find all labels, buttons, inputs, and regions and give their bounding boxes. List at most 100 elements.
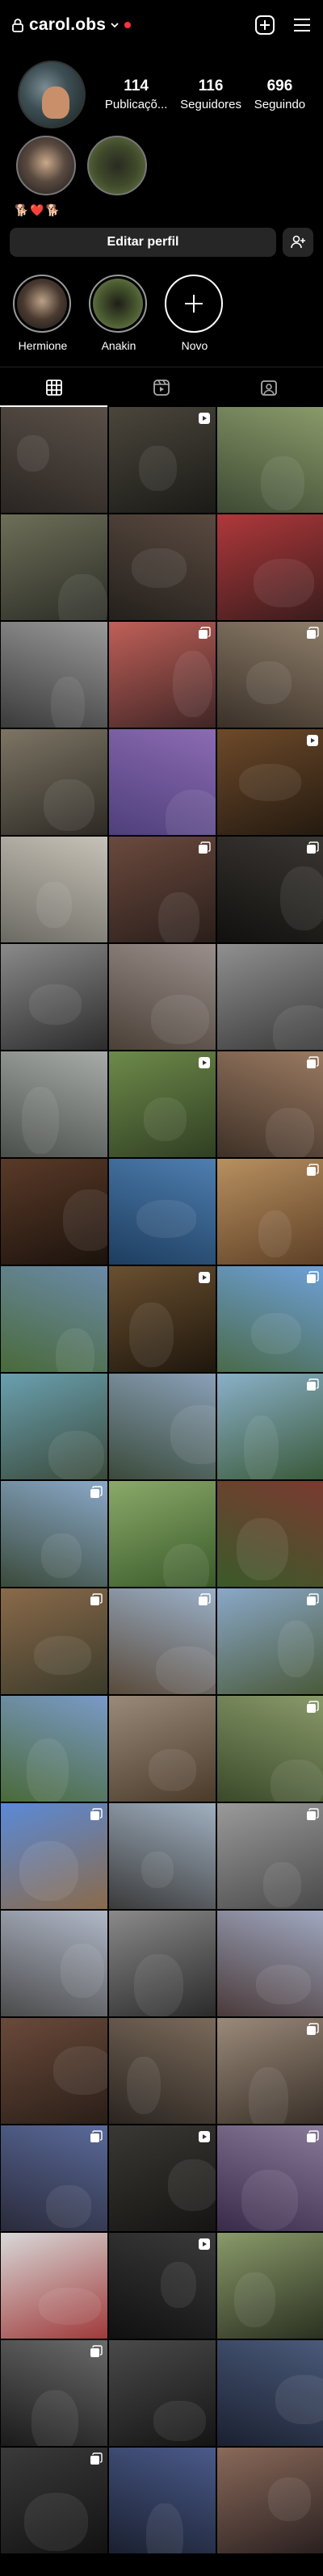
- grid-post-thumbnail[interactable]: [217, 407, 323, 513]
- notification-dot: [124, 22, 132, 28]
- grid-post-thumbnail[interactable]: [1, 2340, 107, 2446]
- grid-post-thumbnail[interactable]: [109, 1911, 216, 2016]
- grid-post-thumbnail[interactable]: [1, 1803, 107, 1909]
- photo-content: [166, 790, 216, 835]
- grid-post-thumbnail[interactable]: [109, 1374, 216, 1479]
- friend-avatar[interactable]: [87, 136, 147, 195]
- grid-post-thumbnail[interactable]: [217, 1266, 323, 1372]
- grid-post-thumbnail[interactable]: [109, 1696, 216, 1802]
- grid-post-thumbnail[interactable]: [1, 1266, 107, 1372]
- edit-profile-button[interactable]: Editar perfil: [10, 228, 276, 257]
- grid-post-thumbnail[interactable]: [1, 2125, 107, 2231]
- grid-post-thumbnail[interactable]: [1, 837, 107, 942]
- grid-post-thumbnail[interactable]: [1, 514, 107, 620]
- carousel-icon: [307, 1593, 319, 1605]
- profile-avatar[interactable]: [18, 61, 86, 128]
- grid-post-thumbnail[interactable]: [109, 2125, 216, 2231]
- grid-post-thumbnail[interactable]: [217, 622, 323, 728]
- tagged-icon: [261, 380, 278, 396]
- grid-post-thumbnail[interactable]: [217, 1588, 323, 1694]
- carousel-icon: [90, 1486, 103, 1498]
- grid-post-thumbnail[interactable]: [109, 729, 216, 835]
- carousel-icon: [90, 1808, 103, 1820]
- grid-post-thumbnail[interactable]: [109, 1266, 216, 1372]
- grid-post-thumbnail[interactable]: [217, 2340, 323, 2446]
- photo-content: [254, 559, 314, 607]
- grid-post-thumbnail[interactable]: [1, 1374, 107, 1479]
- highlight-new[interactable]: Novo: [165, 275, 224, 367]
- grid-post-thumbnail[interactable]: [217, 1803, 323, 1909]
- grid-post-thumbnail[interactable]: [217, 1374, 323, 1479]
- carousel-icon: [90, 2345, 103, 2357]
- grid-post-thumbnail[interactable]: [1, 1159, 107, 1265]
- photo-content: [249, 2067, 288, 2124]
- reels-tab[interactable]: [107, 367, 215, 407]
- grid-post-thumbnail[interactable]: [1, 1911, 107, 2016]
- photo-content: [263, 1862, 301, 1907]
- grid-post-thumbnail[interactable]: [217, 514, 323, 620]
- grid-post-thumbnail[interactable]: [109, 407, 216, 513]
- grid-post-thumbnail[interactable]: [1, 944, 107, 1050]
- grid-post-thumbnail[interactable]: [217, 1696, 323, 1802]
- highlight-hermione[interactable]: Hermione: [13, 275, 73, 367]
- photo-content: [139, 446, 177, 491]
- chevron-down-icon[interactable]: [110, 20, 120, 30]
- grid-post-thumbnail[interactable]: [217, 2018, 323, 2124]
- grid-post-thumbnail[interactable]: [109, 1588, 216, 1694]
- grid-post-thumbnail[interactable]: [1, 1481, 107, 1587]
- discover-people-button[interactable]: [283, 228, 313, 257]
- highlight-anakin[interactable]: Anakin: [89, 275, 149, 367]
- username[interactable]: carol.obs: [29, 15, 106, 35]
- grid-post-thumbnail[interactable]: [109, 2340, 216, 2446]
- highlight-ring: [89, 275, 147, 333]
- tagged-tab[interactable]: [216, 367, 323, 407]
- stat-label: Publicaçõ...: [104, 98, 168, 111]
- grid-post-thumbnail[interactable]: [1, 1051, 107, 1157]
- grid-post-thumbnail[interactable]: [1, 622, 107, 728]
- grid-post-thumbnail[interactable]: [1, 2233, 107, 2339]
- grid-post-thumbnail[interactable]: [217, 2448, 323, 2553]
- grid-post-thumbnail[interactable]: [217, 1911, 323, 2016]
- grid-post-thumbnail[interactable]: [109, 944, 216, 1050]
- grid-post-thumbnail[interactable]: [217, 1159, 323, 1265]
- grid-post-thumbnail[interactable]: [217, 2233, 323, 2339]
- reel-icon: [199, 1057, 210, 1068]
- grid-post-thumbnail[interactable]: [217, 1051, 323, 1157]
- grid-post-thumbnail[interactable]: [109, 2233, 216, 2339]
- photo-content: [19, 1841, 78, 1901]
- grid-post-thumbnail[interactable]: [217, 837, 323, 942]
- grid-post-thumbnail[interactable]: [109, 837, 216, 942]
- grid-post-thumbnail[interactable]: [1, 1588, 107, 1694]
- stat-following[interactable]: 696 Seguindo: [254, 78, 305, 111]
- grid-post-thumbnail[interactable]: [109, 2448, 216, 2553]
- grid-post-thumbnail[interactable]: [217, 1481, 323, 1587]
- stat-followers[interactable]: 116 Seguidores: [180, 78, 241, 111]
- add-post-button[interactable]: [254, 14, 276, 36]
- grid-post-thumbnail[interactable]: [1, 2018, 107, 2124]
- photo-content: [51, 677, 85, 728]
- new-highlight-button[interactable]: [165, 275, 223, 333]
- photo-content: [36, 882, 72, 928]
- photo-content: [156, 1647, 216, 1694]
- grid-post-thumbnail[interactable]: [1, 729, 107, 835]
- photo-content: [22, 1087, 59, 1154]
- grid-post-thumbnail[interactable]: [109, 622, 216, 728]
- grid-post-thumbnail[interactable]: [217, 2125, 323, 2231]
- grid-post-thumbnail[interactable]: [1, 1696, 107, 1802]
- grid-post-thumbnail[interactable]: [109, 1051, 216, 1157]
- grid-post-thumbnail[interactable]: [217, 944, 323, 1050]
- grid-post-thumbnail[interactable]: [109, 514, 216, 620]
- grid-post-thumbnail[interactable]: [109, 1803, 216, 1909]
- photo-content: [132, 548, 187, 588]
- grid-post-thumbnail[interactable]: [109, 2018, 216, 2124]
- grid-post-thumbnail[interactable]: [109, 1159, 216, 1265]
- grid-post-thumbnail[interactable]: [217, 729, 323, 835]
- grid-post-thumbnail[interactable]: [1, 407, 107, 513]
- grid-tab[interactable]: [0, 367, 108, 407]
- friend-avatar[interactable]: [16, 136, 76, 195]
- grid-post-thumbnail[interactable]: [109, 1481, 216, 1587]
- stat-posts[interactable]: 114 Publicaçõ...: [105, 78, 168, 111]
- menu-button[interactable]: [291, 14, 313, 36]
- grid-post-thumbnail[interactable]: [1, 2448, 107, 2553]
- photo-content: [134, 1954, 183, 2016]
